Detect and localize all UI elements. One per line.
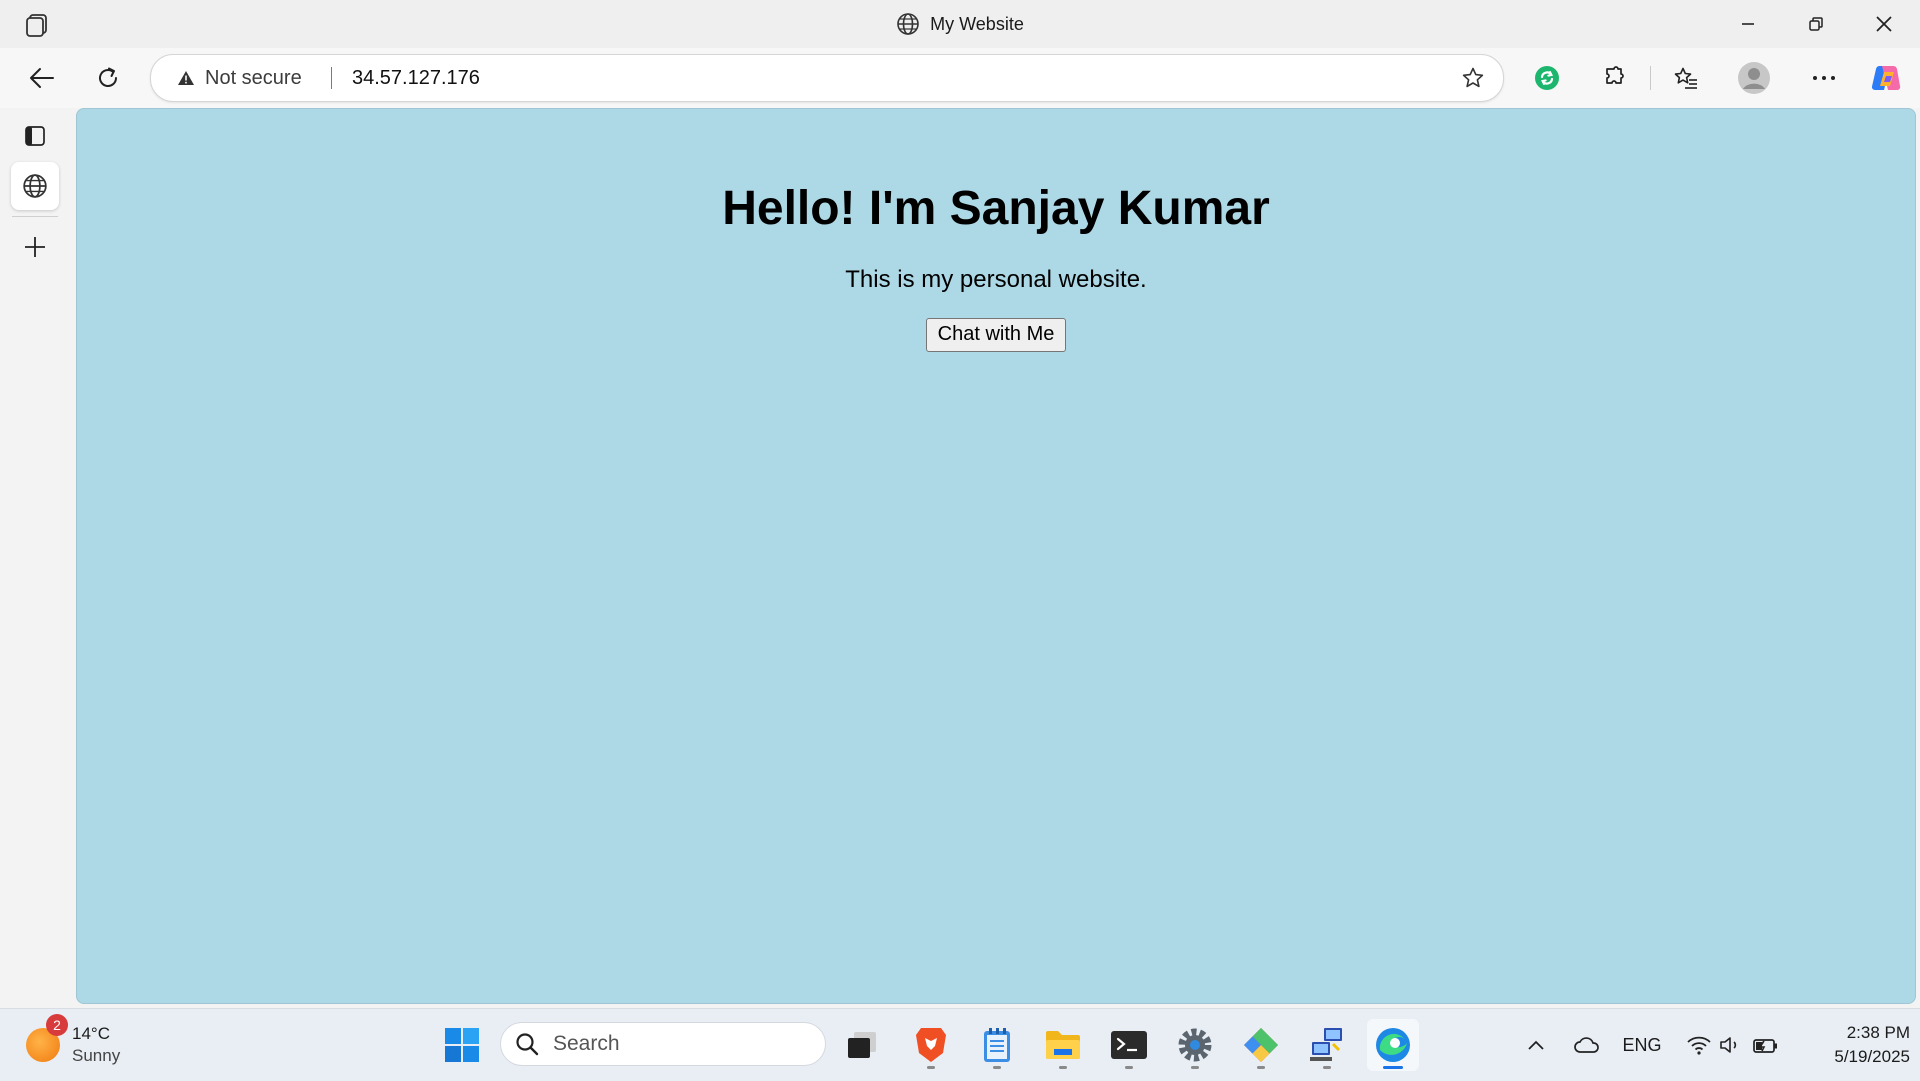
running-indicator xyxy=(1383,1066,1403,1069)
language-label: ENG xyxy=(1622,1034,1662,1055)
window-title-area: My Website xyxy=(0,0,1920,48)
tab-my-website[interactable] xyxy=(11,162,59,210)
favorites-list-icon xyxy=(1674,67,1697,89)
notepad-icon xyxy=(984,1028,1010,1062)
back-button[interactable] xyxy=(22,58,62,98)
minimize-icon xyxy=(1742,23,1754,25)
show-hidden-icons-button[interactable] xyxy=(1518,1009,1554,1081)
windows-logo-icon xyxy=(445,1028,479,1062)
notepad-app[interactable] xyxy=(971,1019,1023,1071)
git-diamond-icon xyxy=(1244,1028,1278,1062)
copilot-icon xyxy=(1871,65,1901,91)
running-indicator xyxy=(1191,1066,1199,1069)
settings-app[interactable] xyxy=(1169,1019,1221,1071)
running-indicator xyxy=(1257,1066,1265,1069)
wifi-status[interactable] xyxy=(1682,1009,1716,1081)
site-security-indicator[interactable]: Not secure xyxy=(177,55,302,101)
search-placeholder: Search xyxy=(553,1032,620,1055)
volume-status[interactable] xyxy=(1716,1009,1746,1081)
running-indicator xyxy=(993,1066,1001,1069)
battery-charging-icon xyxy=(1753,1039,1777,1053)
clock-time: 2:38 PM xyxy=(1846,1023,1910,1042)
toolbar-divider xyxy=(1650,66,1651,90)
weather-temperature: 14°C xyxy=(72,1024,110,1043)
web-page-content: Hello! I'm Sanjay Kumar This is my perso… xyxy=(76,108,1916,1004)
terminal-icon xyxy=(1111,1031,1147,1059)
brave-browser-app[interactable] xyxy=(905,1019,957,1071)
edge-browser-app[interactable] xyxy=(1367,1019,1419,1071)
file-explorer-app[interactable] xyxy=(1037,1019,1089,1071)
search-icon xyxy=(516,1033,539,1056)
network-tool-app[interactable] xyxy=(1301,1019,1353,1071)
not-secure-label: Not secure xyxy=(205,66,302,89)
title-bar: My Website xyxy=(0,0,1920,48)
git-app[interactable] xyxy=(1235,1019,1287,1071)
weather-condition: Sunny xyxy=(72,1046,121,1065)
edge-icon xyxy=(1376,1028,1410,1062)
globe-icon xyxy=(23,174,47,198)
speaker-icon xyxy=(1720,1037,1737,1053)
restore-button[interactable] xyxy=(1782,0,1850,48)
brave-lion-icon xyxy=(916,1028,946,1062)
address-bar[interactable]: Not secure 34.57.127.176 xyxy=(150,54,1504,102)
weather-widget[interactable]: 2 14°C Sunny xyxy=(26,1014,121,1067)
restore-icon xyxy=(1809,17,1823,31)
task-view-icon xyxy=(848,1032,876,1058)
extensions-button[interactable] xyxy=(1594,58,1634,98)
favorites-button[interactable] xyxy=(1666,58,1706,98)
sun-icon: 2 xyxy=(26,1014,68,1062)
terminal-app[interactable] xyxy=(1103,1019,1155,1071)
refresh-icon xyxy=(99,67,117,87)
chat-with-me-button[interactable]: Chat with Me xyxy=(925,318,1067,352)
vertical-tab-strip xyxy=(0,108,70,1006)
tab-strip-divider xyxy=(12,216,58,217)
running-indicator xyxy=(1125,1066,1133,1069)
start-button[interactable] xyxy=(436,1019,488,1071)
page-description: This is my personal website. xyxy=(845,266,1147,293)
minimize-button[interactable] xyxy=(1714,0,1782,48)
more-options-button[interactable] xyxy=(1804,58,1844,98)
wifi-icon xyxy=(1687,1036,1711,1055)
browser-toolbar: Not secure 34.57.127.176 xyxy=(0,48,1920,108)
back-arrow-icon xyxy=(30,68,54,88)
taskbar-search[interactable]: Search xyxy=(500,1022,826,1066)
warning-icon xyxy=(178,71,194,85)
taskbar: 2 14°C Sunny Search ENG 2:38 PM 5/19/202… xyxy=(0,1008,1920,1081)
sync-extension-icon xyxy=(1535,66,1559,90)
puzzle-icon xyxy=(1606,66,1624,84)
refresh-button[interactable] xyxy=(88,58,128,98)
gear-icon xyxy=(1178,1028,1212,1062)
task-view-button[interactable] xyxy=(836,1019,888,1071)
favorite-star-icon[interactable] xyxy=(1461,66,1485,90)
language-indicator[interactable]: ENG xyxy=(1616,1009,1668,1081)
close-icon xyxy=(1876,16,1892,32)
page-heading: Hello! I'm Sanjay Kumar xyxy=(722,182,1270,235)
plus-icon xyxy=(25,237,45,257)
onedrive-button[interactable] xyxy=(1568,1009,1606,1081)
tab-actions-icon xyxy=(25,126,45,146)
globe-icon xyxy=(896,12,920,36)
new-tab-button[interactable] xyxy=(11,223,59,271)
cloud-icon xyxy=(1574,1037,1599,1053)
battery-status[interactable] xyxy=(1748,1009,1784,1081)
chevron-up-icon xyxy=(1528,1040,1544,1050)
window-title: My Website xyxy=(930,13,1024,34)
folder-icon xyxy=(1046,1031,1080,1059)
ellipsis-icon xyxy=(1813,76,1835,80)
clock-date: 5/19/2025 xyxy=(1834,1047,1910,1066)
address-separator xyxy=(331,67,332,89)
tab-actions-button[interactable] xyxy=(11,112,59,160)
profile-button[interactable] xyxy=(1734,58,1774,98)
copilot-button[interactable] xyxy=(1866,58,1906,98)
close-button[interactable] xyxy=(1850,0,1918,48)
system-clock[interactable]: 2:38 PM 5/19/2025 xyxy=(1800,1021,1910,1069)
avatar-icon xyxy=(1738,62,1770,94)
running-indicator xyxy=(927,1066,935,1069)
extension-sync-button[interactable] xyxy=(1527,58,1567,98)
url-text[interactable]: 34.57.127.176 xyxy=(352,55,480,101)
notification-badge: 2 xyxy=(46,1014,68,1036)
running-indicator xyxy=(1059,1066,1067,1069)
running-indicator xyxy=(1323,1066,1331,1069)
network-computers-icon xyxy=(1310,1028,1342,1061)
